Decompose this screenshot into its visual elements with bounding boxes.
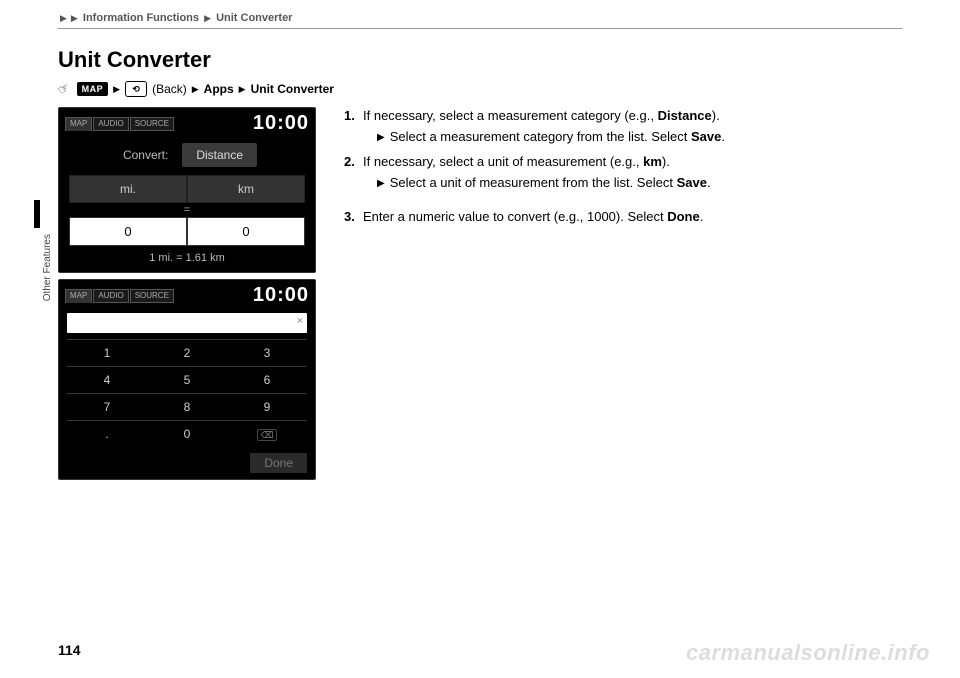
clear-icon[interactable]: × — [297, 315, 303, 327]
screenshot-column: MAP AUDIO SOURCE 10:00 Convert: Distance… — [58, 107, 318, 480]
screen-keypad: MAP AUDIO SOURCE 10:00 × 1 2 3 4 5 6 7 8 — [58, 279, 316, 480]
key-5[interactable]: 5 — [147, 366, 227, 393]
breadcrumb-section: Information Functions — [83, 12, 199, 24]
screen-converter: MAP AUDIO SOURCE 10:00 Convert: Distance… — [58, 107, 316, 273]
substep-text: . — [721, 129, 725, 144]
equals-label: = — [59, 204, 315, 216]
nav-path: ☞ MAP ▶ ⟲ (Back) ▶ Apps ▶ Unit Converter — [58, 81, 902, 97]
step-text: Enter a numeric value to convert (e.g., … — [363, 209, 667, 224]
hand-icon: ☞ — [55, 79, 73, 99]
divider — [58, 28, 902, 29]
map-badge: MAP — [77, 82, 109, 96]
page-title: Unit Converter — [58, 47, 902, 73]
tab-map[interactable]: MAP — [65, 289, 92, 303]
watermark: carmanualsonline.info — [686, 640, 930, 666]
key-7[interactable]: 7 — [67, 393, 147, 420]
value-right[interactable]: 0 — [187, 217, 305, 246]
key-9[interactable]: 9 — [227, 393, 307, 420]
tab-audio[interactable]: AUDIO — [93, 117, 128, 131]
step-text: If necessary, select a measurement categ… — [363, 108, 658, 123]
triangle-right-icon: ▶ — [239, 84, 246, 95]
unit-left[interactable]: mi. — [69, 175, 187, 203]
key-8[interactable]: 8 — [147, 393, 227, 420]
step-text: . — [700, 209, 704, 224]
backspace-icon: ⌫ — [257, 429, 278, 441]
page-number: 114 — [58, 642, 81, 658]
tab-audio[interactable]: AUDIO — [93, 289, 128, 303]
formula-label: 1 mi. = 1.61 km — [59, 252, 315, 264]
side-tab: Other Features — [34, 200, 52, 300]
triangle-right-icon: ▶ — [71, 13, 78, 24]
value-left[interactable]: 0 — [69, 217, 187, 246]
side-label: Other Features — [42, 234, 53, 301]
key-dot[interactable]: . — [67, 420, 147, 447]
unit-right[interactable]: km — [187, 175, 305, 203]
key-4[interactable]: 4 — [67, 366, 147, 393]
side-bar — [34, 200, 40, 228]
substep-text: . — [707, 175, 711, 190]
step-num: 1. — [344, 107, 358, 147]
clock: 10:00 — [253, 112, 309, 135]
key-backspace[interactable]: ⌫ — [227, 420, 307, 447]
substep-text: Select a measurement category from the l… — [390, 129, 691, 144]
step-text: ). — [662, 154, 670, 169]
nav-unitconv: Unit Converter — [251, 82, 334, 96]
substep-bold: Save — [691, 129, 721, 144]
triangle-right-icon: ▶ — [192, 84, 199, 95]
breadcrumb-page: Unit Converter — [216, 12, 292, 24]
key-0[interactable]: 0 — [147, 420, 227, 447]
step-num: 2. — [344, 153, 358, 193]
key-6[interactable]: 6 — [227, 366, 307, 393]
step-text: If necessary, select a unit of measureme… — [363, 154, 643, 169]
tab-source[interactable]: SOURCE — [130, 117, 174, 131]
convert-label: Convert: — [117, 143, 174, 167]
back-label: (Back) — [152, 82, 187, 96]
key-1[interactable]: 1 — [67, 339, 147, 366]
triangle-right-icon: ▶ — [377, 177, 385, 193]
step-bold: Distance — [658, 108, 712, 123]
category-button[interactable]: Distance — [182, 143, 257, 167]
substep-text: Select a unit of measurement from the li… — [390, 175, 677, 190]
clock: 10:00 — [253, 284, 309, 307]
instructions: 1. If necessary, select a measurement ca… — [344, 107, 902, 233]
step-text: ). — [712, 108, 720, 123]
key-3[interactable]: 3 — [227, 339, 307, 366]
triangle-right-icon: ▶ — [113, 84, 120, 95]
substep-bold: Save — [677, 175, 707, 190]
triangle-right-icon: ▶ — [377, 131, 385, 147]
tab-map[interactable]: MAP — [65, 117, 92, 131]
breadcrumb: ▶ ▶ Information Functions ▶ Unit Converte… — [58, 12, 902, 24]
triangle-right-icon: ▶ — [204, 13, 211, 24]
numeric-input[interactable]: × — [67, 313, 307, 333]
step-num: 3. — [344, 208, 358, 227]
tab-source[interactable]: SOURCE — [130, 289, 174, 303]
nav-apps: Apps — [204, 82, 234, 96]
done-button[interactable]: Done — [250, 453, 307, 473]
step-bold: Done — [667, 209, 700, 224]
key-2[interactable]: 2 — [147, 339, 227, 366]
step-bold: km — [643, 154, 662, 169]
keypad: 1 2 3 4 5 6 7 8 9 . 0 ⌫ — [67, 339, 307, 447]
back-icon: ⟲ — [125, 81, 147, 97]
triangle-right-icon: ▶ — [60, 13, 67, 24]
